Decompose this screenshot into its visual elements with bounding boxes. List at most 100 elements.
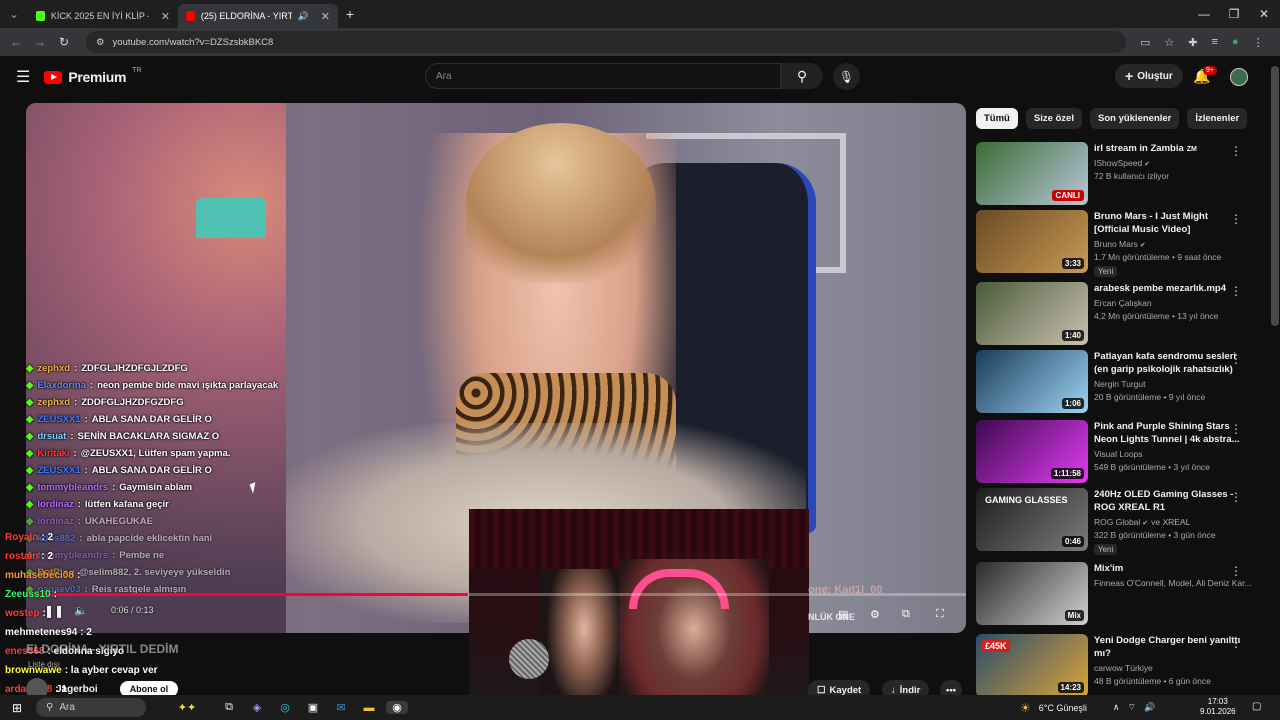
site-info-icon[interactable]: ⚙ bbox=[96, 37, 105, 48]
file-explorer-icon[interactable]: ▬ bbox=[358, 702, 380, 714]
recommendation-meta: 4,2 Mn görüntüleme • 13 yıl önce bbox=[1094, 311, 1219, 321]
windows-start-icon[interactable]: ⊞ bbox=[2, 701, 32, 715]
back-icon[interactable]: ← bbox=[4, 35, 28, 49]
more-options-icon[interactable]: ⋮ bbox=[1230, 490, 1242, 504]
outlook-icon[interactable]: ✉ bbox=[330, 701, 352, 714]
recommendation-card[interactable]: 1:06 Patlayan kafa sendromu sesleri (en g… bbox=[976, 350, 1266, 414]
store-icon[interactable]: ▣ bbox=[302, 701, 324, 714]
recommendation-title[interactable]: 240Hz OLED Gaming Glasses - ROG XREAL R1 bbox=[1094, 488, 1242, 514]
recommendation-card[interactable]: 3:33 Bruno Mars - I Just Might [Official … bbox=[976, 210, 1266, 277]
weather-text[interactable]: 6°C Güneşli bbox=[1039, 703, 1087, 713]
recommendation-title[interactable]: Pink and Purple Shining Stars Neon Light… bbox=[1094, 420, 1242, 446]
sparkle-widget-icon[interactable]: ✦✦ bbox=[176, 701, 198, 714]
recommendation-title[interactable]: Patlayan kafa sendromu sesleri (en garip… bbox=[1094, 350, 1242, 376]
video-thumbnail[interactable]: £45K 14:23 bbox=[976, 634, 1088, 697]
tab-search-icon[interactable]: ⌄ bbox=[0, 7, 28, 21]
reload-icon[interactable]: ↻ bbox=[52, 35, 76, 49]
video-thumbnail[interactable]: 1:11:58 bbox=[976, 420, 1088, 483]
close-window-icon[interactable]: ✕ bbox=[1252, 7, 1276, 21]
recommendation-title[interactable]: Mix'im bbox=[1094, 562, 1242, 575]
edge-icon[interactable]: ◎ bbox=[274, 701, 296, 714]
video-thumbnail[interactable]: 1:06 bbox=[976, 350, 1088, 413]
video-thumbnail[interactable]: GAMING GLASSES 0:46 bbox=[976, 488, 1088, 551]
recommendation-card[interactable]: Mix Mix'im Finneas O'Connell, Model, Ali D… bbox=[976, 562, 1266, 626]
video-thumbnail[interactable]: CANLI bbox=[976, 142, 1088, 205]
taskbar-search[interactable]: ⚲ Ara bbox=[36, 698, 146, 717]
voice-search-button[interactable]: 🎙 bbox=[833, 63, 860, 90]
recommendation-card[interactable]: CANLI irl stream in Zambia ZM IShowSpeed ✔ 7… bbox=[976, 142, 1266, 206]
recommendation-channel[interactable]: IShowSpeed ✔ bbox=[1094, 158, 1150, 168]
profile-icon[interactable]: ● bbox=[1232, 36, 1239, 48]
recommendation-title[interactable]: arabesk pembe mezarlık.mp4 bbox=[1094, 282, 1242, 295]
url-field[interactable]: ⚙ youtube.com/watch?v=DZSzsbkBKC8 bbox=[86, 31, 1126, 53]
restore-icon[interactable]: ❐ bbox=[1222, 7, 1246, 21]
video-thumbnail[interactable]: Mix bbox=[976, 562, 1088, 625]
recommendation-card[interactable]: 1:40 arabesk pembe mezarlık.mp4 Ercan Çalı… bbox=[976, 282, 1266, 346]
recommendation-card[interactable]: 1:11:58 Pink and Purple Shining Stars Neo… bbox=[976, 420, 1266, 484]
cast-icon[interactable]: ▭ bbox=[1140, 36, 1150, 49]
taskbar-clock[interactable]: 17:03 9.01.2026 bbox=[1200, 697, 1236, 717]
close-icon[interactable]: ✕ bbox=[161, 10, 170, 23]
recommendation-channel[interactable]: ROG Global ✔ ve XREAL bbox=[1094, 517, 1190, 527]
new-tab-icon[interactable]: + bbox=[338, 6, 362, 22]
recommendation-channel[interactable]: Bruno Mars ✔ bbox=[1094, 239, 1146, 249]
recommendation-channel[interactable]: carwow Türkiye bbox=[1094, 663, 1153, 673]
more-options-icon[interactable]: ⋮ bbox=[1230, 636, 1242, 650]
video-thumbnail[interactable]: 3:33 bbox=[976, 210, 1088, 273]
browser-tab-2[interactable]: (25) ELDORİNA - YIRTIL DED 🔊 ✕ bbox=[178, 4, 338, 28]
more-options-icon[interactable]: ⋮ bbox=[1230, 284, 1242, 298]
tab-favicon bbox=[186, 11, 195, 21]
channel-name[interactable]: Jagerboi bbox=[56, 684, 98, 695]
notification-center-icon[interactable]: ▢ bbox=[1252, 701, 1261, 712]
fullscreen-icon[interactable]: ⛶ bbox=[936, 608, 944, 621]
recommendation-channel[interactable]: Ercan Çalışkan bbox=[1094, 298, 1152, 308]
volume-tray-icon[interactable]: 🔊 bbox=[1144, 702, 1155, 713]
recommendation-card[interactable]: £45K 14:23 Yeni Dodge Charger beni yanıltt… bbox=[976, 634, 1266, 698]
more-options-icon[interactable]: ⋮ bbox=[1230, 352, 1242, 366]
filter-chip[interactable]: Son yüklenenler bbox=[1089, 108, 1180, 129]
recommendation-card[interactable]: GAMING GLASSES 0:46 240Hz OLED Gaming Glas… bbox=[976, 488, 1266, 555]
browser-tab-1[interactable]: KİCK 2025 EN İYİ KLİP - Tier List ✕ bbox=[28, 4, 178, 28]
account-avatar[interactable] bbox=[1230, 68, 1248, 86]
recommendation-channel[interactable]: Nergin Turgut bbox=[1094, 379, 1146, 389]
speaker-icon[interactable]: 🔊 bbox=[298, 11, 309, 22]
reading-list-icon[interactable]: ≡ bbox=[1212, 36, 1218, 48]
filter-chip[interactable]: Size özel bbox=[1025, 108, 1082, 129]
filter-chip[interactable]: İzlenenler bbox=[1187, 108, 1248, 129]
bookmark-star-icon[interactable]: ☆ bbox=[1164, 36, 1174, 49]
forward-icon[interactable]: → bbox=[28, 35, 52, 49]
close-icon[interactable]: ✕ bbox=[321, 10, 330, 23]
channel-name-text: carwow Türkiye bbox=[1094, 663, 1153, 673]
search-button[interactable]: ⚲ bbox=[781, 63, 823, 89]
search-input[interactable]: Ara bbox=[425, 63, 781, 89]
subtitles-icon[interactable]: ▤ bbox=[838, 608, 848, 621]
extensions-icon[interactable]: ✚ bbox=[1188, 36, 1197, 49]
youtube-logo[interactable]: Premium TR bbox=[44, 67, 142, 85]
recommendation-title[interactable]: irl stream in Zambia ZM bbox=[1094, 142, 1242, 156]
recommendation-meta: 48 B görüntüleme • 6 gün önce bbox=[1094, 676, 1211, 686]
create-button[interactable]: + Oluştur bbox=[1115, 64, 1183, 88]
browser-menu-icon[interactable]: ⋮ bbox=[1253, 36, 1264, 49]
task-view-icon[interactable]: ⧉ bbox=[218, 701, 240, 714]
recommendation-title[interactable]: Bruno Mars - I Just Might [Official Musi… bbox=[1094, 210, 1242, 236]
recommendation-title-text: Yeni Dodge Charger beni yanılttı mı? bbox=[1094, 635, 1241, 659]
settings-gear-icon[interactable]: ⚙ bbox=[870, 608, 880, 621]
more-options-icon[interactable]: ⋮ bbox=[1230, 564, 1242, 578]
hamburger-menu-icon[interactable]: ☰ bbox=[16, 67, 30, 87]
recommendation-channel[interactable]: Visual Loops bbox=[1094, 449, 1143, 459]
miniplayer-icon[interactable]: ⧉ bbox=[902, 608, 910, 621]
more-options-icon[interactable]: ⋮ bbox=[1230, 212, 1242, 226]
recommendation-channel[interactable]: Finneas O'Connell, Model, Ali Deniz Kar.… bbox=[1094, 578, 1252, 588]
video-thumbnail[interactable]: 1:40 bbox=[976, 282, 1088, 345]
filter-chip[interactable]: Tümü bbox=[976, 108, 1018, 129]
tray-arrow-icon[interactable]: ∧ bbox=[1113, 702, 1120, 713]
network-icon[interactable]: ⌔ bbox=[1127, 702, 1135, 713]
minimize-icon[interactable]: — bbox=[1192, 7, 1216, 21]
copilot-icon[interactable]: ◈ bbox=[246, 701, 268, 714]
more-options-icon[interactable]: ⋮ bbox=[1230, 144, 1242, 158]
video-title: ELDORİNA - YIRTIL DEDİM bbox=[26, 642, 179, 656]
more-options-icon[interactable]: ⋮ bbox=[1230, 422, 1242, 436]
recommendation-title[interactable]: Yeni Dodge Charger beni yanılttı mı? bbox=[1094, 634, 1242, 660]
chrome-icon[interactable]: ◉ bbox=[386, 701, 408, 714]
page-scrollbar[interactable] bbox=[1271, 66, 1279, 326]
